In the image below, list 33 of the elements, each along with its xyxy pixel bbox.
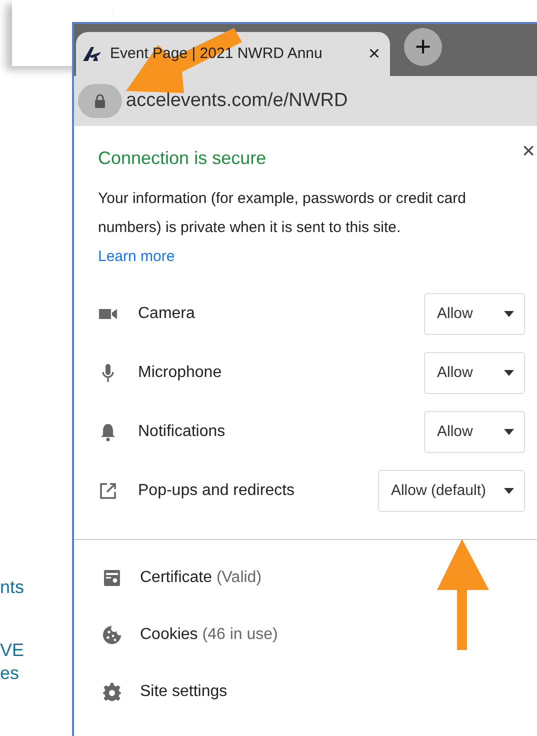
- address-bar[interactable]: accelevents.com/e/NWRD: [74, 76, 537, 126]
- caret-icon: [504, 370, 514, 376]
- caret-icon: [504, 488, 514, 494]
- permission-label: Notifications: [138, 422, 226, 442]
- close-button[interactable]: ×: [522, 134, 535, 167]
- caret-icon: [504, 311, 514, 318]
- external-link-icon: [98, 481, 118, 502]
- lock-button[interactable]: [78, 84, 122, 118]
- cookie-icon: [102, 625, 122, 646]
- url-text: accelevents.com/e/NWRD: [126, 88, 348, 113]
- background-text: VE: [0, 639, 24, 662]
- menu-item[interactable]: Cookies (46 in use): [140, 623, 278, 648]
- permission-label: Pop-ups and redirects: [138, 481, 296, 502]
- menu-item[interactable]: Certificate (Valid): [140, 566, 262, 590]
- lock-icon: [94, 94, 106, 108]
- popup-title: Connection is secure: [98, 148, 268, 170]
- permission-dropdown[interactable]: Allow: [424, 293, 525, 336]
- permission-dropdown[interactable]: Allow: [424, 352, 525, 394]
- certificate-icon: [102, 568, 122, 588]
- caret-icon: [504, 429, 514, 436]
- background-text: es: [0, 662, 20, 685]
- logo-icon: [82, 46, 102, 62]
- permission-label: Camera: [138, 304, 196, 324]
- close-tab-button[interactable]: ×: [368, 44, 380, 64]
- learn-more-link[interactable]: Learn more: [98, 246, 175, 268]
- background-text: nts: [0, 576, 24, 599]
- permission-label: Microphone: [138, 363, 223, 384]
- new-tab-button[interactable]: +: [404, 28, 442, 66]
- permission-dropdown[interactable]: Allow: [424, 411, 525, 454]
- permission-dropdown[interactable]: Allow (default): [378, 470, 525, 512]
- menu-item[interactable]: Site settings: [140, 680, 228, 704]
- description-text: Your information (for example, passwords or credit card numbers) is private when it is sent to this site.: [98, 188, 467, 238]
- settings-icon: [102, 682, 122, 702]
